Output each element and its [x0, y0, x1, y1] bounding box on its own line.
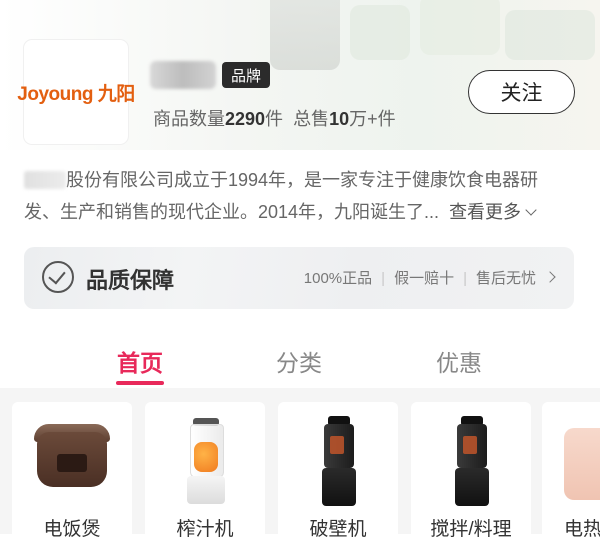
brand-badge: 品牌 [222, 62, 270, 88]
category-card-mixer[interactable]: 搅拌/料理 [411, 402, 531, 542]
rice-cooker-icon [57, 454, 87, 472]
sales-count: 10 [329, 109, 350, 129]
category-card-rice-cooker[interactable]: 电饭煲 [12, 402, 132, 542]
category-label: 电热 [564, 519, 600, 540]
kettle-icon [564, 428, 600, 500]
category-label: 搅拌/料理 [430, 519, 512, 540]
follow-button[interactable]: 关注 [468, 70, 575, 114]
description-line1: 股份有限公司成立于1994年，是一家专注于健康饮食电器研 [66, 170, 539, 190]
products-unit: 件 [265, 109, 284, 129]
shop-stats: 商品数量2290件 总售10万+件 [153, 105, 396, 131]
shop-name-redacted [150, 61, 216, 89]
category-card-blender[interactable]: 破壁机 [278, 402, 398, 542]
products-label: 商品数量 [153, 109, 225, 129]
category-label: 电饭煲 [43, 519, 101, 540]
view-more-label: 查看更多 [449, 202, 522, 222]
category-strip: 电饭煲 榨汁机 破壁机 搅拌/料理 电热 [0, 388, 600, 542]
quality-item: 售后无忧 [475, 270, 536, 287]
shop-logo[interactable]: Joyoung 九阳 [17, 40, 135, 144]
tab-home[interactable]: 首页 [117, 344, 163, 378]
redacted-text [24, 171, 66, 189]
category-card-juicer[interactable]: 榨汁机 [145, 402, 265, 542]
shop-description: 股份有限公司成立于1994年，是一家专注于健康饮食电器研 发、生产和销售的现代企… [24, 164, 576, 228]
quality-item: 100%正品 [303, 270, 373, 287]
quality-item: 假一赔十 [394, 270, 455, 287]
check-circle-icon [42, 261, 74, 293]
background-product-image [350, 5, 410, 60]
blender-icon [455, 468, 489, 506]
shop-logo-text: Joyoung 九阳 [17, 83, 135, 105]
chevron-right-icon [544, 271, 556, 283]
background-product-image [420, 0, 500, 55]
view-more-link[interactable]: 查看更多 [439, 202, 537, 222]
description-line2: 发、生产和销售的现代企业。2014年，九阳诞生了... [24, 202, 440, 222]
blender-icon [463, 436, 477, 454]
category-label: 榨汁机 [176, 519, 234, 540]
products-count: 2290 [225, 109, 266, 129]
background-product-image [270, 0, 340, 70]
blender-icon [322, 468, 356, 506]
active-tab-indicator [116, 381, 164, 385]
juicer-icon [194, 442, 218, 472]
tab-category[interactable]: 分类 [276, 344, 322, 378]
shop-tabs: 首页 分类 优惠 [0, 340, 600, 390]
juicer-icon [187, 476, 225, 504]
quality-title: 品质保障 [86, 268, 175, 293]
category-card-electric[interactable]: 电热 [542, 402, 600, 542]
sales-unit: 万+件 [349, 109, 396, 129]
category-label: 破壁机 [309, 519, 367, 540]
sales-label: 总售 [293, 109, 330, 129]
quality-guarantee-bar[interactable]: 品质保障 100%正品 | 假一赔十 | 售后无忧 [24, 247, 574, 309]
background-product-image [505, 10, 595, 60]
chevron-down-icon [525, 204, 537, 216]
quality-items: 100%正品 | 假一赔十 | 售后无忧 [303, 267, 556, 288]
blender-icon [330, 436, 344, 454]
tab-deals[interactable]: 优惠 [436, 344, 482, 378]
